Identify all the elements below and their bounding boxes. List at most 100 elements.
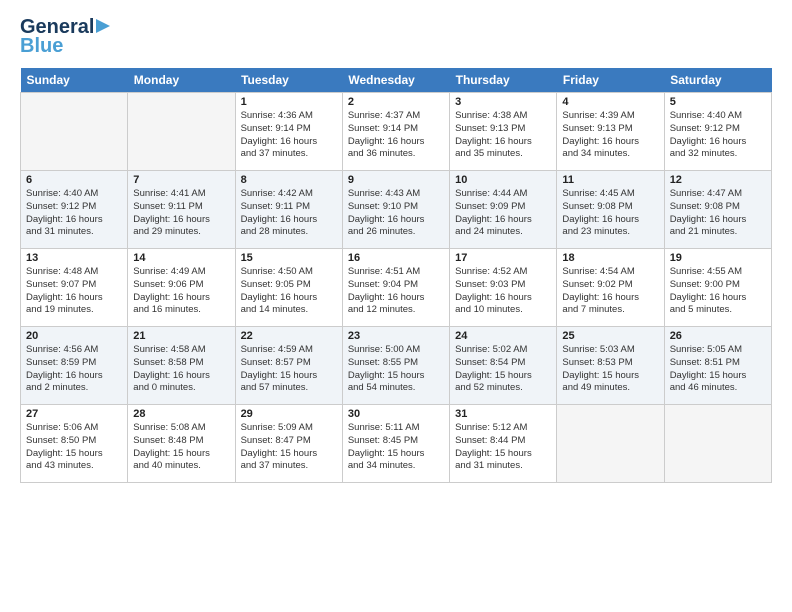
day-info: Sunrise: 4:41 AM Sunset: 9:11 PM Dayligh…	[133, 188, 229, 239]
calendar-cell: 5Sunrise: 4:40 AM Sunset: 9:12 PM Daylig…	[664, 93, 771, 171]
weekday-header-saturday: Saturday	[664, 68, 771, 93]
calendar-cell: 21 Sunrise: 4:58 AM Sunset: 8:58 PM Dayli…	[128, 327, 235, 405]
week-row-1: 1 Sunrise: 4:36 AM Sunset: 9:14 PM Daylig…	[21, 93, 772, 171]
day-info: Sunrise: 4:51 AM Sunset: 9:04 PM Dayligh…	[348, 266, 444, 317]
day-info: Sunrise: 4:36 AM Sunset: 9:14 PM Dayligh…	[241, 110, 337, 161]
day-number: 14	[133, 252, 229, 264]
day-info: Sunrise: 4:52 AM Sunset: 9:03 PM Dayligh…	[455, 266, 551, 317]
calendar-cell: 27 Sunrise: 5:06 AM Sunset: 8:50 PM Dayli…	[21, 405, 128, 483]
day-info: Sunrise: 4:40 AM Sunset: 9:12 PM Dayligh…	[670, 110, 766, 161]
calendar-cell	[664, 405, 771, 483]
calendar-cell: 20 Sunrise: 4:56 AM Sunset: 8:59 PM Dayli…	[21, 327, 128, 405]
day-info: Sunrise: 4:55 AM Sunset: 9:00 PM Dayligh…	[670, 266, 766, 317]
weekday-header-friday: Friday	[557, 68, 664, 93]
day-number: 7	[133, 174, 229, 186]
logo-arrow-icon	[96, 17, 114, 35]
calendar-cell: 6Sunrise: 4:40 AM Sunset: 9:12 PM Daylig…	[21, 171, 128, 249]
day-number: 18	[562, 252, 658, 264]
day-number: 11	[562, 174, 658, 186]
calendar-cell: 9 Sunrise: 4:43 AM Sunset: 9:10 PM Daylig…	[342, 171, 449, 249]
day-info: Sunrise: 5:06 AM Sunset: 8:50 PM Dayligh…	[26, 422, 122, 473]
weekday-header-monday: Monday	[128, 68, 235, 93]
day-info: Sunrise: 4:45 AM Sunset: 9:08 PM Dayligh…	[562, 188, 658, 239]
day-number: 10	[455, 174, 551, 186]
calendar-cell: 18 Sunrise: 4:54 AM Sunset: 9:02 PM Dayli…	[557, 249, 664, 327]
day-info: Sunrise: 4:43 AM Sunset: 9:10 PM Dayligh…	[348, 188, 444, 239]
day-number: 27	[26, 408, 122, 420]
day-info: Sunrise: 5:12 AM Sunset: 8:44 PM Dayligh…	[455, 422, 551, 473]
day-number: 8	[241, 174, 337, 186]
day-number: 3	[455, 96, 551, 108]
weekday-header-row: SundayMondayTuesdayWednesdayThursdayFrid…	[21, 68, 772, 93]
calendar-cell: 10Sunrise: 4:44 AM Sunset: 9:09 PM Dayli…	[450, 171, 557, 249]
calendar-cell: 16 Sunrise: 4:51 AM Sunset: 9:04 PM Dayli…	[342, 249, 449, 327]
day-info: Sunrise: 5:09 AM Sunset: 8:47 PM Dayligh…	[241, 422, 337, 473]
calendar-cell: 17 Sunrise: 4:52 AM Sunset: 9:03 PM Dayli…	[450, 249, 557, 327]
day-number: 1	[241, 96, 337, 108]
calendar-cell	[128, 93, 235, 171]
day-info: Sunrise: 4:48 AM Sunset: 9:07 PM Dayligh…	[26, 266, 122, 317]
weekday-header-thursday: Thursday	[450, 68, 557, 93]
day-number: 9	[348, 174, 444, 186]
calendar-cell: 4 Sunrise: 4:39 AM Sunset: 9:13 PM Daylig…	[557, 93, 664, 171]
calendar-cell: 3 Sunrise: 4:38 AM Sunset: 9:13 PM Daylig…	[450, 93, 557, 171]
calendar-cell: 25Sunrise: 5:03 AM Sunset: 8:53 PM Dayli…	[557, 327, 664, 405]
calendar-cell: 15Sunrise: 4:50 AM Sunset: 9:05 PM Dayli…	[235, 249, 342, 327]
week-row-5: 27 Sunrise: 5:06 AM Sunset: 8:50 PM Dayli…	[21, 405, 772, 483]
day-info: Sunrise: 4:47 AM Sunset: 9:08 PM Dayligh…	[670, 188, 766, 239]
day-number: 13	[26, 252, 122, 264]
day-info: Sunrise: 4:58 AM Sunset: 8:58 PM Dayligh…	[133, 344, 229, 395]
calendar-cell: 1 Sunrise: 4:36 AM Sunset: 9:14 PM Daylig…	[235, 93, 342, 171]
day-number: 16	[348, 252, 444, 264]
header: General Blue	[20, 16, 772, 58]
day-info: Sunrise: 4:54 AM Sunset: 9:02 PM Dayligh…	[562, 266, 658, 317]
calendar-cell: 31Sunrise: 5:12 AM Sunset: 8:44 PM Dayli…	[450, 405, 557, 483]
page: General Blue SundayMondayTuesdayWednesda…	[0, 0, 792, 612]
day-number: 19	[670, 252, 766, 264]
day-number: 24	[455, 330, 551, 342]
logo-blue: Blue	[20, 35, 63, 58]
day-number: 12	[670, 174, 766, 186]
day-info: Sunrise: 4:40 AM Sunset: 9:12 PM Dayligh…	[26, 188, 122, 239]
day-number: 23	[348, 330, 444, 342]
day-info: Sunrise: 5:00 AM Sunset: 8:55 PM Dayligh…	[348, 344, 444, 395]
day-number: 26	[670, 330, 766, 342]
calendar-cell: 26 Sunrise: 5:05 AM Sunset: 8:51 PM Dayli…	[664, 327, 771, 405]
day-info: Sunrise: 4:56 AM Sunset: 8:59 PM Dayligh…	[26, 344, 122, 395]
week-row-3: 13 Sunrise: 4:48 AM Sunset: 9:07 PM Dayli…	[21, 249, 772, 327]
day-number: 30	[348, 408, 444, 420]
calendar-cell: 23 Sunrise: 5:00 AM Sunset: 8:55 PM Dayli…	[342, 327, 449, 405]
day-number: 29	[241, 408, 337, 420]
day-number: 20	[26, 330, 122, 342]
calendar-cell: 13 Sunrise: 4:48 AM Sunset: 9:07 PM Dayli…	[21, 249, 128, 327]
calendar-cell: 28Sunrise: 5:08 AM Sunset: 8:48 PM Dayli…	[128, 405, 235, 483]
day-number: 28	[133, 408, 229, 420]
calendar-table: SundayMondayTuesdayWednesdayThursdayFrid…	[20, 68, 772, 483]
day-info: Sunrise: 4:50 AM Sunset: 9:05 PM Dayligh…	[241, 266, 337, 317]
day-info: Sunrise: 5:03 AM Sunset: 8:53 PM Dayligh…	[562, 344, 658, 395]
day-number: 17	[455, 252, 551, 264]
day-info: Sunrise: 5:02 AM Sunset: 8:54 PM Dayligh…	[455, 344, 551, 395]
day-info: Sunrise: 5:05 AM Sunset: 8:51 PM Dayligh…	[670, 344, 766, 395]
calendar-cell: 30 Sunrise: 5:11 AM Sunset: 8:45 PM Dayli…	[342, 405, 449, 483]
day-number: 4	[562, 96, 658, 108]
day-info: Sunrise: 4:42 AM Sunset: 9:11 PM Dayligh…	[241, 188, 337, 239]
day-number: 2	[348, 96, 444, 108]
calendar-cell	[557, 405, 664, 483]
day-number: 21	[133, 330, 229, 342]
calendar-cell: 14 Sunrise: 4:49 AM Sunset: 9:06 PM Dayli…	[128, 249, 235, 327]
weekday-header-wednesday: Wednesday	[342, 68, 449, 93]
day-info: Sunrise: 5:11 AM Sunset: 8:45 PM Dayligh…	[348, 422, 444, 473]
week-row-4: 20 Sunrise: 4:56 AM Sunset: 8:59 PM Dayli…	[21, 327, 772, 405]
calendar-cell	[21, 93, 128, 171]
calendar-cell: 8 Sunrise: 4:42 AM Sunset: 9:11 PM Daylig…	[235, 171, 342, 249]
day-info: Sunrise: 4:49 AM Sunset: 9:06 PM Dayligh…	[133, 266, 229, 317]
logo: General Blue	[20, 16, 114, 58]
day-info: Sunrise: 4:59 AM Sunset: 8:57 PM Dayligh…	[241, 344, 337, 395]
calendar-body: 1 Sunrise: 4:36 AM Sunset: 9:14 PM Daylig…	[21, 93, 772, 483]
calendar-cell: 12 Sunrise: 4:47 AM Sunset: 9:08 PM Dayli…	[664, 171, 771, 249]
day-info: Sunrise: 4:38 AM Sunset: 9:13 PM Dayligh…	[455, 110, 551, 161]
calendar-cell: 11 Sunrise: 4:45 AM Sunset: 9:08 PM Dayli…	[557, 171, 664, 249]
day-info: Sunrise: 4:39 AM Sunset: 9:13 PM Dayligh…	[562, 110, 658, 161]
calendar-cell: 7 Sunrise: 4:41 AM Sunset: 9:11 PM Daylig…	[128, 171, 235, 249]
